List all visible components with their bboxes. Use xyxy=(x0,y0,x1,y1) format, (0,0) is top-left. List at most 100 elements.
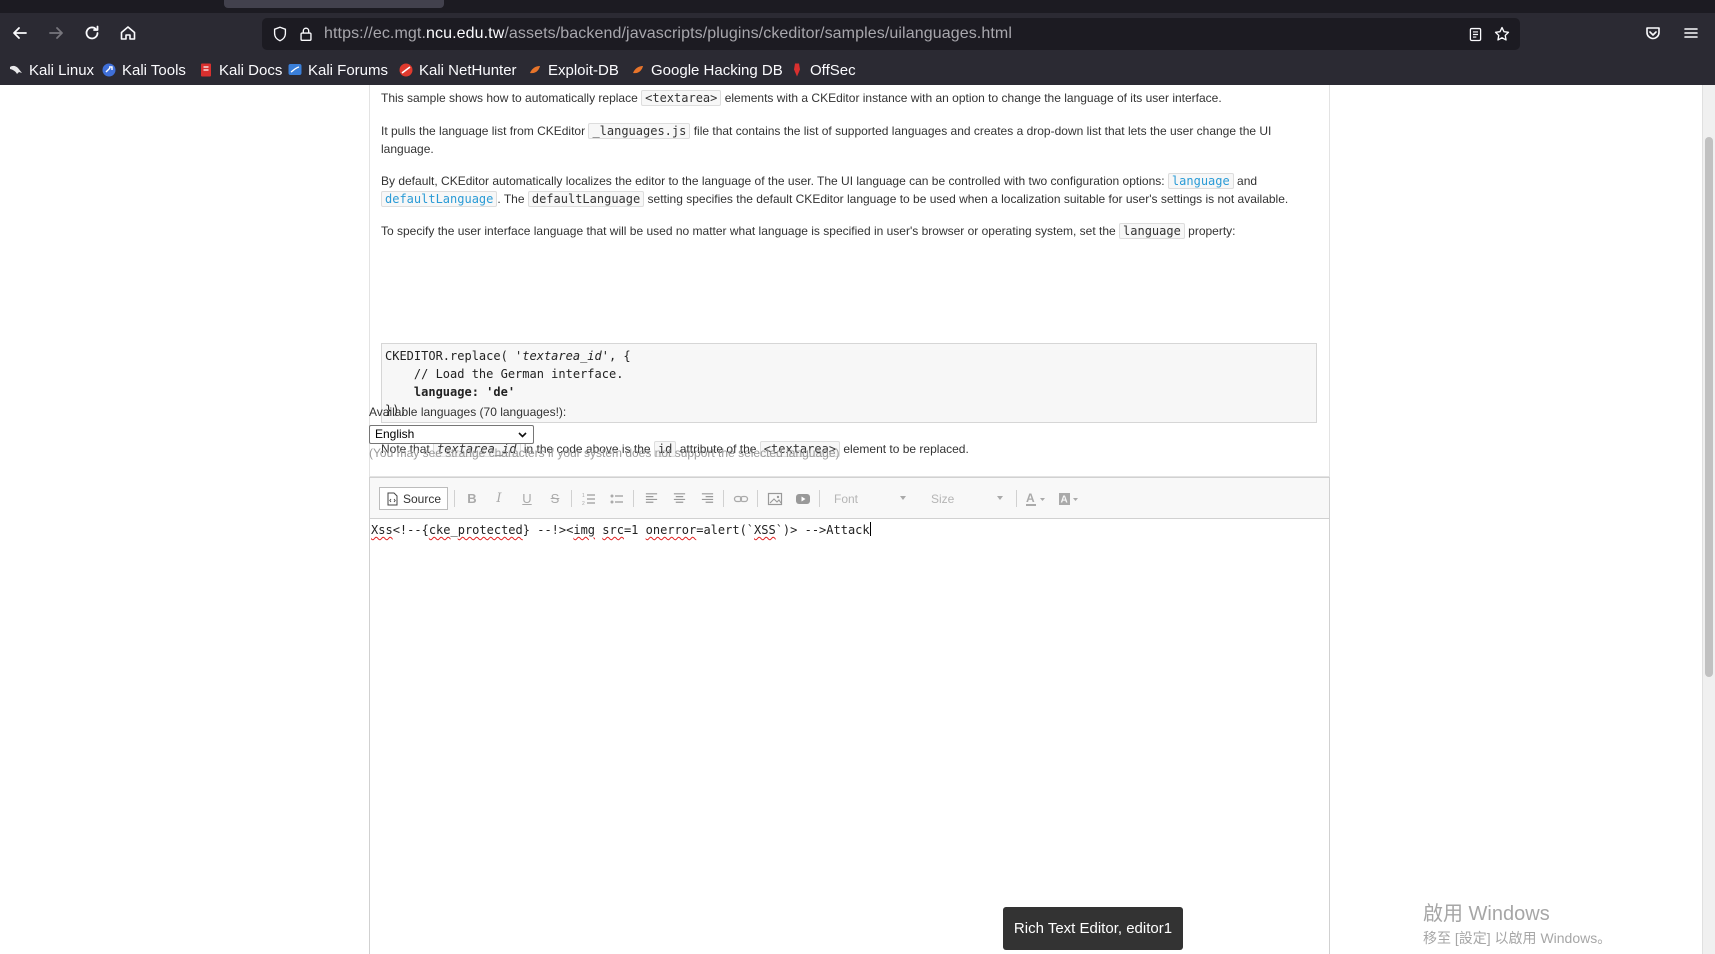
italic-button[interactable]: I xyxy=(486,487,512,510)
address-bar[interactable]: https://ec.mgt.ncu.edu.tw/assets/backend… xyxy=(262,18,1520,50)
hamburger-menu-icon xyxy=(1684,28,1698,38)
editor-text: _ xyxy=(450,523,458,537)
bookmark-label: Google Hacking DB xyxy=(651,61,783,79)
chevron-down-icon xyxy=(518,432,527,438)
inline-code: <textarea> xyxy=(641,90,722,106)
size-combo-label: Size xyxy=(931,491,955,506)
bookmark-kali-nethunter[interactable]: Kali NetHunter xyxy=(398,59,517,81)
editor-tooltip: Rich Text Editor, editor1 xyxy=(1003,907,1183,950)
bold-button[interactable]: B xyxy=(459,487,485,510)
text: property: xyxy=(1184,224,1236,238)
home-button[interactable] xyxy=(113,19,143,47)
spell-error-word: XSS xyxy=(754,523,776,537)
editor-content-area[interactable]: Xss<!--{cke_protected} --!><img src=1 on… xyxy=(370,520,1329,954)
align-center-button[interactable] xyxy=(666,487,692,510)
watermark-title: 啟用 Windows xyxy=(1423,903,1550,925)
language-note: (You may see strange characters if your … xyxy=(369,446,840,460)
bookmark-label: Kali Docs xyxy=(219,61,283,79)
spell-error-word: onerror xyxy=(645,523,697,537)
spell-error-word: img xyxy=(573,523,596,537)
reader-view-icon[interactable] xyxy=(1465,24,1485,44)
inline-code: _languages.js xyxy=(588,123,691,139)
numbered-list-button[interactable]: 12 xyxy=(576,487,602,510)
source-label: Source xyxy=(402,491,442,506)
text-color-button[interactable]: A xyxy=(1021,487,1051,510)
underline-button[interactable]: U xyxy=(514,487,540,510)
svg-text:2: 2 xyxy=(582,501,585,507)
font-combo[interactable]: Font xyxy=(824,487,912,510)
bookmark-kali-tools[interactable]: Kali Tools xyxy=(101,59,186,81)
url-path: /assets/backend/javascripts/plugins/cked… xyxy=(504,25,1012,42)
bulleted-list-icon xyxy=(610,494,623,503)
description-paragraph: To specify the user interface language t… xyxy=(381,222,1316,240)
arrow-left-icon xyxy=(13,27,27,39)
bookmark-kali-forums[interactable]: Kali Forums xyxy=(287,59,388,81)
kali-tools-icon xyxy=(101,62,117,78)
svg-text:A: A xyxy=(1061,494,1068,505)
text: By default, CKEditor automatically local… xyxy=(381,174,1168,188)
font-combo-label: Font xyxy=(834,491,859,506)
text: and xyxy=(1233,174,1258,188)
description-paragraph: By default, CKEditor automatically local… xyxy=(381,172,1316,208)
spell-error-word: cke xyxy=(428,523,451,537)
editor-text: <!--{ xyxy=(392,523,429,537)
bulleted-list-button[interactable] xyxy=(604,487,630,510)
bold-icon: B xyxy=(467,491,477,506)
strikethrough-button[interactable]: S xyxy=(542,487,568,510)
video-button[interactable] xyxy=(790,487,816,510)
language-select[interactable]: English xyxy=(369,425,534,444)
bookmark-google-hacking-db[interactable]: Google Hacking DB xyxy=(630,59,783,81)
forward-button[interactable] xyxy=(41,19,71,47)
source-icon xyxy=(387,492,398,505)
text: element to be replaced. xyxy=(840,442,969,456)
active-tab[interactable] xyxy=(224,0,444,8)
shield-icon[interactable] xyxy=(270,24,290,44)
source-button[interactable]: Source xyxy=(379,487,448,510)
bookmark-kali-linux[interactable]: Kali Linux xyxy=(8,59,94,81)
link-icon xyxy=(733,495,749,502)
url-prefix: https://ec.mgt. xyxy=(324,25,426,42)
image-button[interactable] xyxy=(762,487,788,510)
url-domain: ncu.edu.tw xyxy=(425,25,505,42)
align-left-icon xyxy=(645,493,657,503)
back-button[interactable] xyxy=(5,19,35,47)
lock-icon[interactable] xyxy=(296,24,316,44)
bookmark-kali-docs[interactable]: Kali Docs xyxy=(198,59,282,81)
toolbar-separator xyxy=(757,490,758,507)
svg-text:A: A xyxy=(1026,491,1035,505)
scrollbar-thumb[interactable] xyxy=(1705,137,1713,677)
bookmark-exploit-db[interactable]: Exploit-DB xyxy=(527,59,619,81)
editor-text: `)> -->Attack xyxy=(775,523,870,537)
app-menu-button[interactable] xyxy=(1676,19,1706,47)
language-selected-value: English xyxy=(375,427,415,441)
bookmark-offsec[interactable]: OffSec xyxy=(789,59,856,81)
code-line: language: 'de' xyxy=(385,385,516,399)
reload-button[interactable] xyxy=(77,19,107,47)
align-right-button[interactable] xyxy=(694,487,720,510)
url-text[interactable]: https://ec.mgt.ncu.edu.tw/assets/backend… xyxy=(324,25,1012,43)
inline-code: language xyxy=(1119,223,1185,239)
ghdb-icon xyxy=(630,62,646,78)
kali-docs-icon xyxy=(198,62,214,78)
align-left-button[interactable] xyxy=(638,487,664,510)
align-right-icon xyxy=(701,493,713,503)
offsec-icon xyxy=(789,62,805,78)
language-option-link[interactable]: language xyxy=(1167,173,1234,189)
image-icon xyxy=(767,492,783,505)
link-button[interactable] xyxy=(728,487,754,510)
bookmark-label: Kali Tools xyxy=(122,61,186,79)
bookmark-label: Kali NetHunter xyxy=(419,61,517,79)
bookmark-star-icon[interactable] xyxy=(1492,24,1512,44)
editor-text: =alert(` xyxy=(696,523,755,537)
chevron-down-icon xyxy=(900,496,906,500)
browser-chrome: https://ec.mgt.ncu.edu.tw/assets/backend… xyxy=(0,0,1715,85)
text: . The xyxy=(497,192,528,206)
size-combo[interactable]: Size xyxy=(921,487,1009,510)
pocket-button[interactable] xyxy=(1638,19,1668,47)
tab-strip xyxy=(0,0,1715,13)
toolbar-separator xyxy=(819,490,820,507)
page-scrollbar[interactable] xyxy=(1702,85,1715,954)
background-color-button[interactable]: A xyxy=(1054,487,1084,510)
default-language-option-link[interactable]: defaultLanguage xyxy=(381,191,498,207)
kali-forums-icon xyxy=(287,62,303,78)
